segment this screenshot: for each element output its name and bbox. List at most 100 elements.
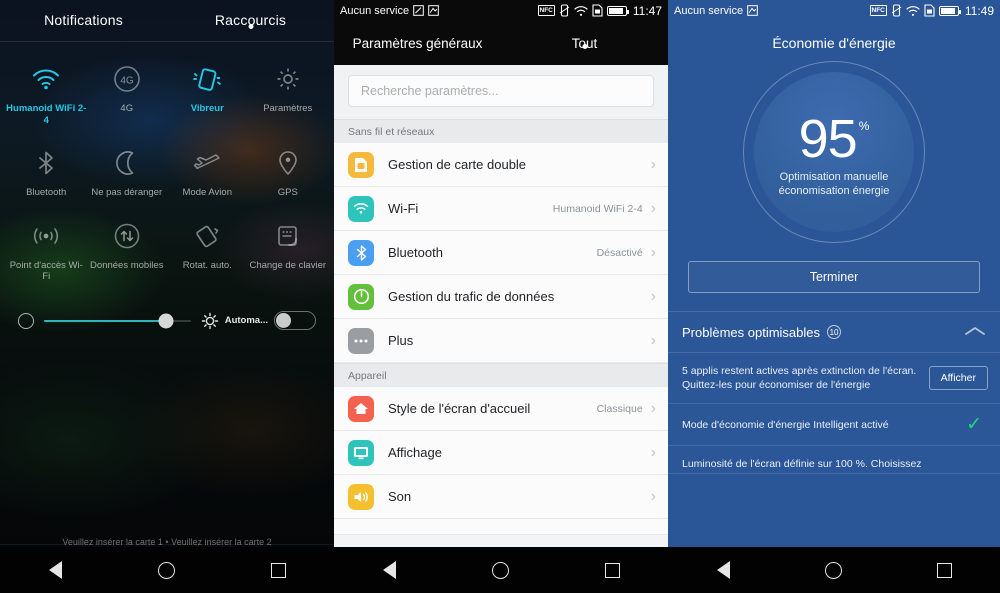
quick-toggle-hotspot[interactable]: Point d'accès Wi-Fi bbox=[6, 213, 87, 283]
recents-square-icon bbox=[604, 562, 620, 578]
nav-home-button[interactable] bbox=[812, 554, 856, 586]
nfc-icon: NFC bbox=[869, 5, 887, 16]
nav-back-button[interactable] bbox=[701, 554, 745, 586]
chevron-up-icon[interactable] bbox=[964, 325, 986, 340]
problems-header[interactable]: Problèmes optimisables 10 bbox=[668, 311, 1000, 353]
home-circle-icon bbox=[492, 561, 510, 579]
problems-header-label: Problèmes optimisables bbox=[682, 324, 821, 340]
gauge-caption: Optimisation manuelle économisation éner… bbox=[779, 170, 890, 198]
statusbar-left: Aucun service bbox=[674, 5, 758, 17]
section-header-wireless: Sans fil et réseaux bbox=[334, 119, 668, 143]
quick-toggle-bluetooth[interactable]: Bluetooth bbox=[6, 140, 87, 199]
quick-toggle-airplane[interactable]: Mode Avion bbox=[167, 140, 248, 199]
quick-toggle-vibrate[interactable]: Vibreur bbox=[167, 56, 248, 126]
quick-toggle-mobile-data[interactable]: Données mobiles bbox=[87, 213, 168, 283]
tab-tout[interactable]: Tout bbox=[501, 36, 668, 51]
nav-recents-button[interactable] bbox=[923, 554, 967, 586]
mobile-data-icon bbox=[87, 217, 168, 255]
quick-toggle-do-not-disturb[interactable]: Ne pas déranger bbox=[87, 140, 168, 199]
quick-settings-tabs: Notifications Raccourcis bbox=[0, 0, 334, 42]
vibrate-icon bbox=[891, 4, 902, 17]
settings-row-wifi[interactable]: Wi-Fi Humanoid WiFi 2-4 › bbox=[334, 187, 668, 231]
settings-row-bluetooth[interactable]: Bluetooth Désactivé › bbox=[334, 231, 668, 275]
quick-toggle-vibrate-label: Vibreur bbox=[190, 103, 224, 114]
gauge-wrap: 95 % Optimisation manuelle économisation… bbox=[668, 61, 1000, 243]
tab-raccourcis[interactable]: Raccourcis bbox=[167, 12, 334, 30]
sim-message: Veuillez insérer la carte 1 • Veuillez i… bbox=[62, 537, 272, 547]
check-icon: ✓ bbox=[966, 414, 982, 435]
settings-tabs: Paramètres généraux Tout bbox=[334, 21, 668, 65]
quick-toggle-wifi-label: Humanoid WiFi 2-4 bbox=[6, 103, 87, 126]
sync-icon bbox=[747, 5, 758, 16]
settings-row-label: Style de l'écran d'accueil bbox=[388, 401, 531, 416]
nfc-icon: NFC bbox=[537, 5, 555, 16]
tab-active-dot bbox=[582, 43, 587, 49]
brightness-slider[interactable] bbox=[44, 313, 191, 328]
brightness-slider-fill bbox=[44, 319, 166, 322]
nav-back-button[interactable] bbox=[368, 554, 412, 586]
settings-row-data-traffic[interactable]: Gestion du trafic de données › bbox=[334, 275, 668, 319]
quick-toggle-4g-label: 4G bbox=[120, 103, 134, 114]
settings-row-more[interactable]: Plus › bbox=[334, 319, 668, 363]
brightness-slider-knob[interactable] bbox=[158, 313, 174, 328]
vibrate-icon bbox=[167, 60, 248, 98]
quick-toggle-wifi[interactable]: Humanoid WiFi 2-4 bbox=[6, 56, 87, 126]
search-area: Recherche paramètres... bbox=[334, 65, 668, 119]
settings-row-label: Gestion de carte double bbox=[388, 157, 527, 172]
nav-home-button[interactable] bbox=[479, 554, 523, 586]
problem-row-apps[interactable]: 5 applis restent actives après extinctio… bbox=[668, 353, 1000, 404]
more-icon bbox=[348, 327, 374, 354]
tab-parametres-generaux[interactable]: Paramètres généraux bbox=[334, 36, 501, 51]
settings-top: Aucun service NFC 11:47 Paramètres génér… bbox=[334, 0, 668, 65]
settings-row-home-style[interactable]: Style de l'écran d'accueil Classique › bbox=[334, 387, 668, 431]
quick-toggle-bluetooth-label: Bluetooth bbox=[26, 187, 67, 198]
recents-square-icon bbox=[937, 562, 953, 578]
quick-toggle-keyboard-switch[interactable]: Change de clavier bbox=[248, 213, 329, 283]
quick-toggle-gps-label: GPS bbox=[277, 187, 298, 198]
quick-toggle-gps[interactable]: GPS bbox=[248, 140, 329, 199]
settings-row-sound[interactable]: Son › bbox=[334, 475, 668, 519]
brightness-row: Automa... bbox=[0, 301, 334, 341]
chevron-right-icon: › bbox=[650, 399, 656, 417]
gauge-caption-line2: économisation énergie bbox=[778, 184, 890, 197]
search-input[interactable]: Recherche paramètres... bbox=[348, 75, 654, 107]
back-triangle-icon bbox=[716, 561, 730, 579]
show-button[interactable]: Afficher bbox=[928, 366, 988, 390]
gauge-caption-line1: Optimisation manuelle bbox=[779, 170, 889, 183]
quick-toggle-settings[interactable]: Paramètres bbox=[248, 56, 329, 126]
done-button[interactable]: Terminer bbox=[688, 261, 980, 293]
bluetooth-icon bbox=[348, 239, 374, 266]
problem-row-smart-mode[interactable]: Mode d'économie d'énergie Intelligent ac… bbox=[668, 404, 1000, 446]
nav-recents-button[interactable] bbox=[256, 554, 300, 586]
nav-home-button[interactable] bbox=[145, 554, 189, 586]
recents-square-icon bbox=[270, 562, 286, 578]
wifi-icon bbox=[6, 60, 87, 98]
sound-icon bbox=[348, 483, 374, 510]
quick-toggle-4g[interactable]: 4G 4G bbox=[87, 56, 168, 126]
settings-row-display[interactable]: Affichage › bbox=[334, 431, 668, 475]
chevron-right-icon: › bbox=[650, 155, 656, 173]
problem-row-brightness[interactable]: Luminosité de l'écran définie sur 100 %.… bbox=[668, 446, 1000, 474]
wifi-icon bbox=[574, 5, 588, 16]
nav-back-button[interactable] bbox=[34, 554, 78, 586]
back-triangle-icon bbox=[383, 561, 397, 579]
auto-rotate-icon bbox=[167, 217, 248, 255]
auto-brightness-group[interactable]: Automa... bbox=[201, 311, 316, 330]
page-title: Économie d'énergie bbox=[772, 35, 896, 51]
tab-notifications[interactable]: Notifications bbox=[0, 12, 167, 30]
settings-row-label: Son bbox=[388, 489, 412, 504]
auto-brightness-label: Automa... bbox=[224, 315, 268, 326]
nav-recents-button[interactable] bbox=[590, 554, 634, 586]
quick-toggle-mobile-data-label: Données mobiles bbox=[90, 259, 164, 271]
4g-icon: 4G bbox=[87, 60, 168, 98]
quick-toggle-auto-rotate[interactable]: Rotat. auto. bbox=[167, 213, 248, 283]
navbar-panel1 bbox=[0, 547, 334, 593]
tab-notifications-label: Notifications bbox=[44, 11, 123, 28]
problem-text: 5 applis restent actives après extinctio… bbox=[682, 365, 917, 391]
auto-brightness-toggle[interactable] bbox=[274, 311, 316, 330]
settings-row-dual-sim[interactable]: Gestion de carte double › bbox=[334, 143, 668, 187]
gauge-percent-row: 95 % bbox=[799, 112, 870, 166]
clock-label: 11:49 bbox=[964, 3, 994, 18]
carrier-label: Aucun service bbox=[674, 4, 744, 17]
tab-active-dot bbox=[248, 23, 253, 29]
